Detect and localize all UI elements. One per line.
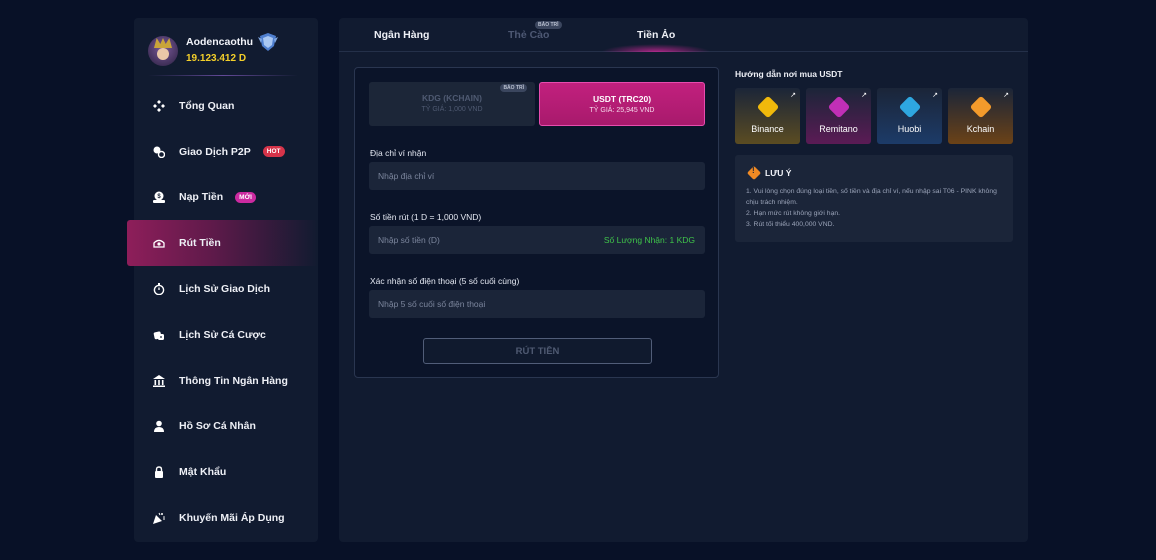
party-popper-icon — [153, 512, 165, 525]
exchange-card-kchain[interactable]: ↗ Kchain — [948, 88, 1013, 144]
bank-icon — [153, 374, 165, 387]
new-badge: MỚI — [235, 191, 256, 203]
maintenance-badge: BẢO TRÌ — [500, 84, 527, 92]
lock-icon — [153, 466, 165, 479]
guide-title: Hướng dẫn nơi mua USDT — [735, 69, 843, 79]
withdraw-button[interactable]: RÚT TIỀN — [423, 338, 652, 364]
sidebar-item-password[interactable]: Mật Khẩu — [134, 449, 318, 495]
warning-icon-mark: ! — [752, 166, 755, 175]
sidebar-item-label: Rút Tiền — [179, 237, 221, 250]
coin-option-usdt[interactable]: USDT (TRC20) TỶ GIÁ: 25,945 VND — [539, 82, 705, 126]
balance: 19.123.412 D — [186, 53, 247, 64]
sidebar-item-transaction-history[interactable]: Lịch Sử Giao Dịch — [134, 266, 318, 312]
binance-icon — [756, 95, 780, 119]
stopwatch-icon — [153, 283, 165, 296]
exchange-card-huobi[interactable]: ↗ Huobi — [877, 88, 942, 144]
sidebar-nav: Tổng Quan Giao Dịch P2P HOT $ Nạp Tiền M… — [127, 83, 318, 541]
exchange-name: Binance — [751, 124, 784, 134]
amount-input[interactable] — [378, 235, 578, 245]
user-icon — [153, 420, 165, 433]
tab-crypto[interactable]: Tiền Ảo — [637, 29, 675, 41]
dice-icon — [153, 329, 165, 341]
profile-card[interactable]: Aodencaothu 19.123.412 D — [148, 32, 308, 72]
notice-item: 1. Vui lòng chọn đúng loại tiền, số tiền… — [746, 188, 997, 206]
wallet-address-field[interactable] — [369, 162, 705, 190]
notice-item: 3. Rút tối thiểu 400,000 VND. — [746, 221, 835, 228]
sidebar-item-label: Khuyến Mãi Áp Dụng — [179, 512, 285, 525]
kchain-icon — [969, 95, 993, 119]
exchange-name: Remitano — [819, 124, 858, 134]
coin-name: KDG (KCHAIN) — [422, 93, 482, 103]
sidebar-item-profile[interactable]: Hồ Sơ Cá Nhân — [134, 404, 318, 450]
sidebar-item-deposit[interactable]: $ Nạp Tiền MỚI — [134, 175, 318, 221]
phone-label: Xác nhận số điện thoại (5 số cuối cùng) — [370, 276, 520, 286]
sidebar-item-label: Tổng Quan — [179, 99, 235, 112]
maintenance-badge: BẢO TRÌ — [535, 21, 562, 29]
amount-field[interactable]: Số Lượng Nhận: 1 KDG — [369, 226, 705, 254]
external-link-icon: ↗ — [932, 92, 938, 99]
sidebar-item-label: Mật Khẩu — [179, 466, 227, 479]
sidebar-item-bet-history[interactable]: Lịch Sử Cá Cược — [134, 312, 318, 358]
sidebar-item-overview[interactable]: Tổng Quan — [134, 83, 318, 129]
withdraw-icon — [153, 237, 165, 249]
sidebar-item-promotions[interactable]: Khuyến Mãi Áp Dụng — [134, 495, 318, 541]
tab-card[interactable]: Thẻ Cào — [508, 29, 549, 41]
sidebar-item-label: Lịch Sử Giao Dịch — [179, 283, 271, 296]
withdraw-form: KDG (KCHAIN) TỶ GIÁ: 1,000 VND BẢO TRÌ U… — [354, 67, 719, 378]
huobi-icon — [898, 95, 922, 119]
sidebar-item-label: Hồ Sơ Cá Nhân — [179, 420, 256, 433]
address-label: Địa chỉ ví nhận — [370, 148, 427, 158]
hot-badge: HOT — [262, 146, 285, 158]
p2p-coins-icon — [153, 146, 165, 158]
sidebar-item-withdraw[interactable]: Rút Tiền — [127, 220, 318, 267]
exchange-card-remitano[interactable]: ↗ Remitano — [806, 88, 871, 144]
diamond-grid-icon — [153, 99, 165, 112]
username: Aodencaothu — [186, 36, 254, 48]
receive-amount: Số Lượng Nhận: 1 KDG — [603, 235, 695, 245]
external-link-icon: ↗ — [861, 92, 867, 99]
sidebar-item-label: Nạp Tiền — [179, 191, 224, 204]
notice-list: 1. Vui lòng chọn đúng loại tiền, số tiền… — [746, 186, 1008, 230]
active-tab-indicator — [601, 44, 711, 52]
rank-shield-icon — [258, 33, 278, 51]
deposit-icon: $ — [153, 191, 165, 204]
withdraw-tabs: Ngân Hàng Thẻ Cào BẢO TRÌ Tiền Ảo — [339, 18, 1028, 52]
coin-option-kdg[interactable]: KDG (KCHAIN) TỶ GIÁ: 1,000 VND BẢO TRÌ — [369, 82, 535, 126]
notice-title: LƯU Ý — [765, 168, 792, 178]
avatar[interactable] — [148, 36, 178, 66]
sidebar-item-bank-info[interactable]: Thông Tin Ngân Hàng — [134, 358, 318, 404]
amount-label: Số tiền rút (1 D = 1,000 VND) — [370, 212, 482, 222]
notice-box: ! LƯU Ý 1. Vui lòng chọn đúng loại tiền,… — [735, 155, 1013, 242]
phone-confirm-field[interactable] — [369, 290, 705, 318]
sidebar: Aodencaothu 19.123.412 D Tổng Quan Giao … — [127, 18, 318, 542]
wallet-address-input[interactable] — [378, 171, 578, 181]
phone-confirm-input[interactable] — [378, 299, 578, 309]
exchange-card-binance[interactable]: ↗ Binance — [735, 88, 800, 144]
withdraw-panel: Ngân Hàng Thẻ Cào BẢO TRÌ Tiền Ảo KDG (K… — [339, 18, 1028, 542]
exchange-name: Huobi — [897, 124, 922, 134]
profile-divider — [148, 75, 298, 76]
tab-bank[interactable]: Ngân Hàng — [374, 29, 429, 41]
coin-rate: TỶ GIÁ: 25,945 VND — [589, 107, 655, 114]
sidebar-item-label: Lịch Sử Cá Cược — [179, 328, 266, 341]
sidebar-item-label: Thông Tin Ngân Hàng — [179, 374, 288, 387]
exchange-name: Kchain — [966, 124, 995, 134]
remitano-icon — [827, 95, 851, 119]
coin-name: USDT (TRC20) — [592, 94, 652, 104]
external-link-icon: ↗ — [790, 92, 796, 99]
external-link-icon: ↗ — [1003, 92, 1009, 99]
coin-rate: TỶ GIÁ: 1,000 VND — [421, 106, 483, 113]
sidebar-item-label: Giao Dịch P2P — [179, 145, 251, 158]
notice-item: 2. Hạn mức rút không giới hạn. — [746, 210, 841, 217]
sidebar-item-p2p[interactable]: Giao Dịch P2P HOT — [134, 129, 318, 175]
